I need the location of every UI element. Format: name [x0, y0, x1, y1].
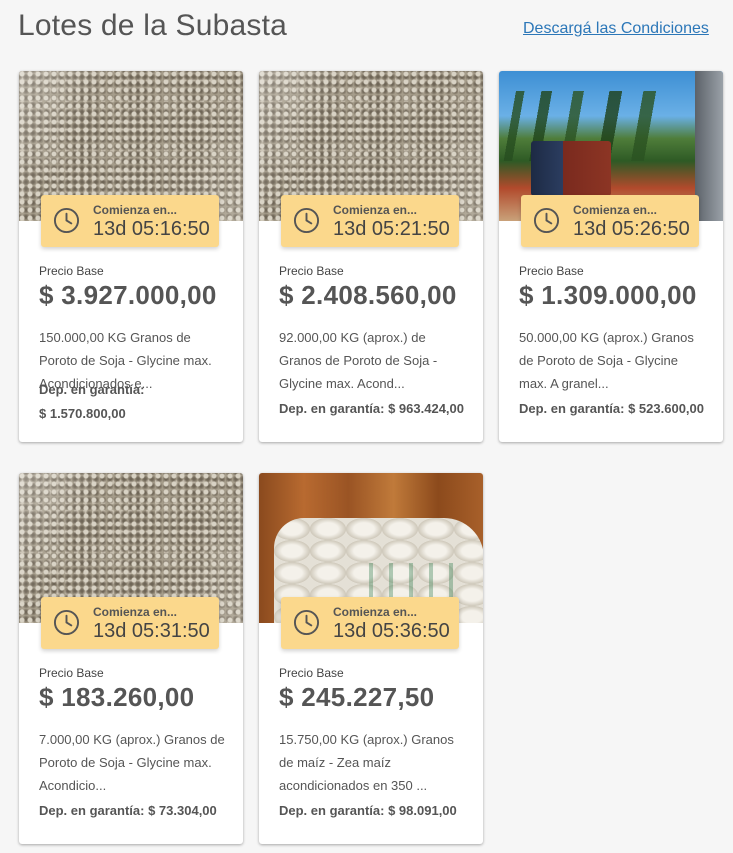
- lot-card[interactable]: Comienza en... 13d 05:31:50 Precio Base …: [19, 473, 243, 844]
- page-title: Lotes de la Subasta: [18, 9, 287, 42]
- deposit-guarantee: Dep. en garantía: $ 73.304,00: [39, 803, 217, 818]
- clock-icon: [53, 609, 80, 636]
- lot-description: 50.000,00 KG (aprox.) Granos de Poroto d…: [519, 330, 694, 391]
- base-price: $ 183.260,00: [39, 682, 195, 712]
- countdown-value: 13d 05:31:50: [93, 620, 210, 642]
- lot-card[interactable]: Comienza en... 13d 05:36:50 Precio Base …: [259, 473, 483, 844]
- countdown-label: Comienza en...: [93, 605, 178, 619]
- base-price: $ 3.927.000,00: [39, 280, 217, 310]
- deposit-label: Dep. en garantía:: [279, 803, 385, 818]
- deposit-label: Dep. en garantía:: [39, 382, 145, 397]
- deposit-guarantee: Dep. en garantía: $ 1.570.800,00: [39, 378, 189, 426]
- download-conditions-link[interactable]: Descargá las Condiciones: [523, 20, 709, 38]
- countdown-badge: Comienza en... 13d 05:21:50: [281, 195, 459, 247]
- lot-description: 92.000,00 KG (aprox.) de Granos de Porot…: [279, 330, 438, 391]
- base-price-label: Precio Base: [39, 666, 104, 680]
- countdown-value: 13d 05:21:50: [333, 218, 450, 240]
- base-price: $ 1.309.000,00: [519, 280, 697, 310]
- deposit-guarantee: Dep. en garantía: $ 523.600,00: [519, 401, 704, 416]
- deposit-guarantee: Dep. en garantía: $ 98.091,00: [279, 803, 457, 818]
- countdown-label: Comienza en...: [573, 203, 658, 217]
- clock-icon: [293, 207, 320, 234]
- clock-icon: [293, 609, 320, 636]
- countdown-badge: Comienza en... 13d 05:16:50: [41, 195, 219, 247]
- countdown-label: Comienza en...: [333, 605, 418, 619]
- countdown-value: 13d 05:26:50: [573, 218, 690, 240]
- countdown-value: 13d 05:36:50: [333, 620, 450, 642]
- countdown-value: 13d 05:16:50: [93, 218, 210, 240]
- countdown-label: Comienza en...: [333, 203, 418, 217]
- base-price-label: Precio Base: [39, 264, 104, 278]
- lot-card[interactable]: Comienza en... 13d 05:26:50 Precio Base …: [499, 71, 723, 442]
- deposit-label: Dep. en garantía:: [279, 401, 385, 416]
- base-price-label: Precio Base: [279, 264, 344, 278]
- deposit-guarantee: Dep. en garantía: $ 963.424,00: [279, 401, 464, 416]
- countdown-badge: Comienza en... 13d 05:31:50: [41, 597, 219, 649]
- deposit-value: $ 1.570.800,00: [39, 406, 126, 421]
- lot-description: 15.750,00 KG (aprox.) Granos de maíz - Z…: [279, 732, 454, 793]
- countdown-label: Comienza en...: [93, 203, 178, 217]
- deposit-label: Dep. en garantía:: [519, 401, 625, 416]
- base-price: $ 245.227,50: [279, 682, 435, 712]
- clock-icon: [533, 207, 560, 234]
- deposit-value: $ 98.091,00: [388, 803, 457, 818]
- deposit-label: Dep. en garantía:: [39, 803, 145, 818]
- countdown-badge: Comienza en... 13d 05:36:50: [281, 597, 459, 649]
- clock-icon: [53, 207, 80, 234]
- base-price-label: Precio Base: [519, 264, 584, 278]
- deposit-value: $ 963.424,00: [388, 401, 464, 416]
- deposit-value: $ 73.304,00: [148, 803, 217, 818]
- lot-card[interactable]: Comienza en... 13d 05:21:50 Precio Base …: [259, 71, 483, 442]
- lot-card[interactable]: Comienza en... 13d 05:16:50 Precio Base …: [19, 71, 243, 442]
- lot-description: 7.000,00 KG (aprox.) Granos de Poroto de…: [39, 732, 225, 793]
- base-price: $ 2.408.560,00: [279, 280, 457, 310]
- countdown-badge: Comienza en... 13d 05:26:50: [521, 195, 699, 247]
- base-price-label: Precio Base: [279, 666, 344, 680]
- deposit-value: $ 523.600,00: [628, 401, 704, 416]
